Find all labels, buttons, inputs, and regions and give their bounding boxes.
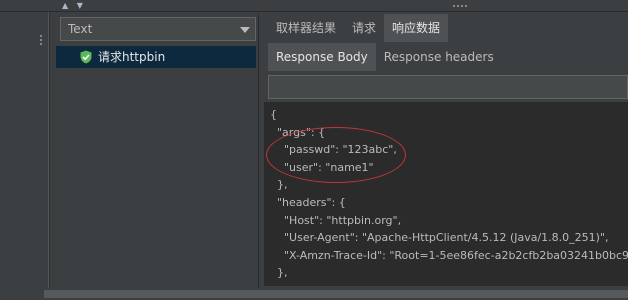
side-drag-handle-icon[interactable]: [39, 34, 43, 46]
search-input[interactable]: [268, 75, 628, 99]
tab-request[interactable]: 请求: [344, 14, 384, 42]
tab-response-body[interactable]: Response Body: [268, 43, 376, 71]
top-splitter[interactable]: ▲ ▼: [0, 0, 628, 12]
tree-item-request[interactable]: 请求httpbin: [56, 46, 256, 68]
tab-response-headers[interactable]: Response headers: [376, 43, 502, 71]
result-tabs: 取样器结果 请求 响应数据: [268, 14, 449, 42]
left-gutter: [0, 12, 34, 300]
response-tabs: Response Body Response headers: [268, 43, 502, 71]
collapse-arrows[interactable]: ▲ ▼: [62, 0, 86, 12]
left-separator[interactable]: [48, 12, 50, 300]
tab-response-data[interactable]: 响应数据: [384, 14, 449, 42]
drag-handle-icon[interactable]: [452, 4, 468, 8]
results-tree-panel: Text 请求httpbin: [56, 14, 258, 292]
chevron-down-icon[interactable]: [240, 27, 250, 33]
horizontal-scrollbar[interactable]: [44, 290, 628, 298]
renderer-select-value: Text: [68, 22, 93, 36]
highlight-ellipse: [266, 127, 406, 183]
renderer-select[interactable]: Text: [60, 17, 256, 41]
tree-item-label: 请求httpbin: [98, 50, 166, 64]
tab-sampler-result[interactable]: 取样器结果: [268, 14, 344, 42]
shield-check-icon: [80, 50, 92, 64]
